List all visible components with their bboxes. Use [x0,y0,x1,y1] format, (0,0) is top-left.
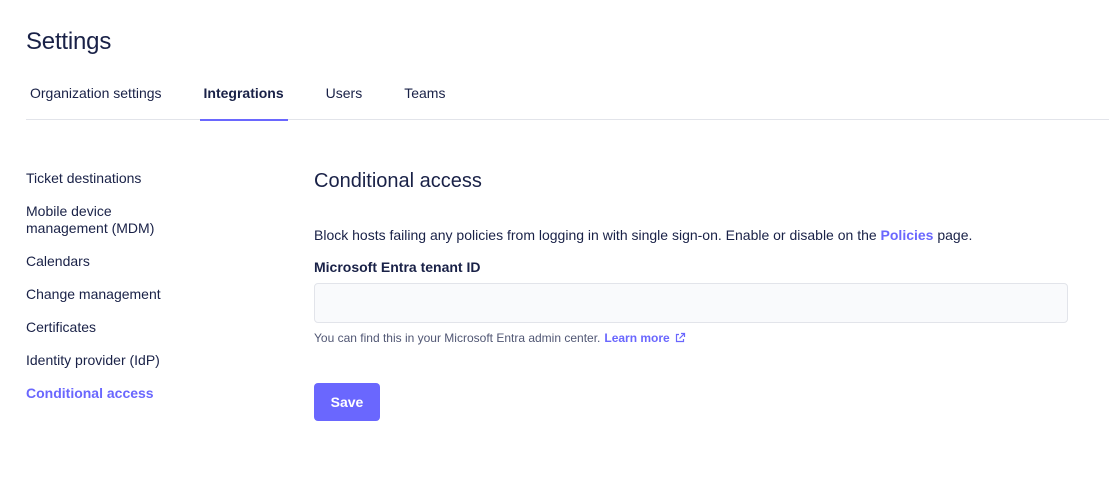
conditional-access-section: Conditional access Block hosts failing a… [314,170,1074,421]
tenant-id-help: You can find this in your Microsoft Entr… [314,331,1074,345]
tab-integrations[interactable]: Integrations [199,84,288,121]
side-nav-item-mdm[interactable]: Mobile device management (MDM) [26,203,196,237]
section-title: Conditional access [314,170,482,192]
section-description: Block hosts failing any policies from lo… [314,227,1074,243]
description-text-before: Block hosts failing any policies from lo… [314,227,881,243]
description-text-after: page. [933,227,973,243]
help-text: You can find this in your Microsoft Entr… [314,331,601,345]
side-nav-item-calendars[interactable]: Calendars [26,253,196,270]
save-button[interactable]: Save [314,383,380,421]
policies-link[interactable]: Policies [881,227,934,243]
side-nav-item-conditional-access[interactable]: Conditional access [26,385,196,402]
side-nav-item-identity-provider[interactable]: Identity provider (IdP) [26,352,196,369]
external-link-icon[interactable] [674,332,686,344]
integrations-side-nav: Ticket destinations Mobile device manage… [26,170,246,418]
tab-bar: Organization settings Integrations Users… [26,84,1109,121]
side-nav-item-ticket-destinations[interactable]: Ticket destinations [26,170,196,187]
tab-users[interactable]: Users [322,84,367,120]
learn-more-link[interactable]: Learn more [604,331,669,345]
tab-organization-settings[interactable]: Organization settings [26,84,166,120]
tenant-id-input[interactable] [314,283,1068,323]
tenant-id-label: Microsoft Entra tenant ID [314,259,481,275]
side-nav-item-change-management[interactable]: Change management [26,286,196,303]
tab-teams[interactable]: Teams [400,84,449,120]
page-title: Settings [26,28,112,55]
side-nav-item-certificates[interactable]: Certificates [26,319,196,336]
